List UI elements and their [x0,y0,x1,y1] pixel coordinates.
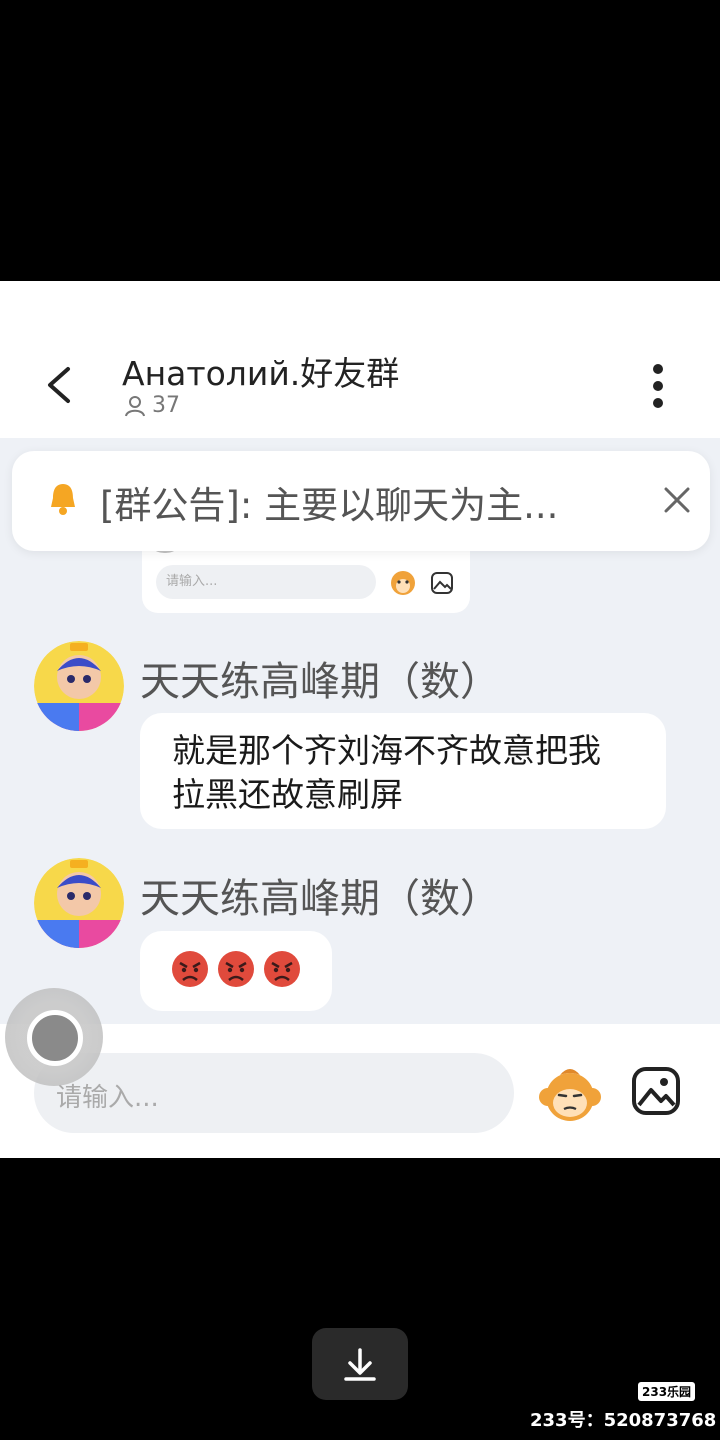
group-announcement-banner[interactable]: [群公告]: 主要以聊天为主... [12,451,710,551]
bell-icon [51,484,75,515]
message-input[interactable]: 请输入... [34,1053,514,1133]
floating-button-center [27,1010,83,1066]
group-title: Анатолий.好友群 [122,354,400,393]
download-button[interactable] [312,1328,408,1400]
member-count: 37 [124,393,180,418]
avatar[interactable] [34,641,124,731]
angry-face-icon [172,951,208,987]
image-icon [431,572,453,594]
close-icon[interactable] [660,483,694,517]
emoji-row [170,949,302,989]
more-options-icon[interactable] [646,363,670,409]
monkey-face-icon [391,571,415,595]
person-icon [125,395,145,416]
watermark-logo: 233乐园 [638,1382,696,1401]
emoji-message-bubble[interactable] [140,931,332,1011]
angry-face-icon [264,951,300,987]
chat-window: Анатолий.好友群 37 [群公告]: 主要以聊天为主... 请输入... [0,281,720,1158]
monkey-emoji-icon[interactable] [538,1063,602,1127]
sender-name: 天天练高峰期（数） [140,659,500,705]
message-bubble[interactable]: 就是那个齐刘海不齐故意把我 拉黑还故意刷屏 [140,713,666,829]
image-message-partial[interactable]: 请输入... [142,535,470,613]
chat-header: Анатолий.好友群 37 [0,281,720,438]
sender-name: 天天练高峰期（数） [140,876,500,922]
screenshot-input-placeholder: 请输入... [156,565,376,599]
back-arrow-icon[interactable] [40,361,80,409]
angry-face-icon [218,951,254,987]
member-count-value: 37 [152,393,180,418]
image-icon[interactable] [630,1065,682,1117]
watermark-id: 233号：520873768 [530,1410,717,1431]
download-icon [344,1348,376,1381]
message-text: 就是那个齐刘海不齐故意把我 拉黑还故意刷屏 [172,731,601,814]
announcement-text: [群公告]: 主要以聊天为主... [100,484,559,527]
avatar[interactable] [34,858,124,948]
floating-assistive-button[interactable] [5,988,103,1086]
